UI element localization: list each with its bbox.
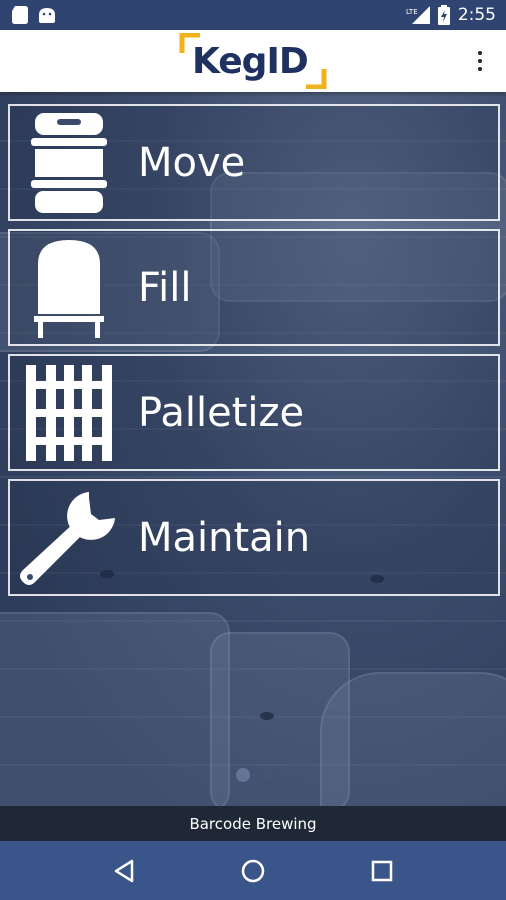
page-dot[interactable] (261, 771, 271, 780)
company-name: Barcode Brewing (189, 814, 317, 833)
keg-icon (10, 106, 128, 219)
background-barrel (320, 672, 506, 806)
page-indicator (0, 768, 506, 782)
recents-icon (371, 860, 392, 881)
menu-move-button[interactable]: Move (8, 104, 500, 221)
footer-company: Barcode Brewing (0, 806, 506, 841)
menu-label: Move (138, 139, 246, 186)
main-content: Move Fill Palletize Maintain (0, 92, 506, 806)
recents-button[interactable] (358, 847, 406, 895)
android-icon (39, 8, 55, 23)
menu-label: Palletize (138, 389, 305, 436)
lte-signal-icon: LTE (406, 6, 430, 24)
menu-label: Maintain (138, 514, 311, 561)
back-icon (115, 859, 134, 882)
wrench-icon (10, 481, 128, 594)
status-bar: LTE 2:55 (0, 0, 506, 30)
pallet-icon (10, 356, 128, 469)
menu-label: Fill (138, 264, 192, 311)
menu-fill-button[interactable]: Fill (8, 229, 500, 346)
battery-icon (437, 5, 450, 25)
menu-palletize-button[interactable]: Palletize (8, 354, 500, 471)
home-button[interactable] (229, 847, 277, 895)
tank-icon (10, 231, 128, 344)
menu-maintain-button[interactable]: Maintain (8, 479, 500, 596)
home-icon (241, 859, 265, 882)
overflow-menu-icon[interactable] (470, 48, 490, 74)
network-label: LTE (406, 8, 418, 16)
kegid-logo: KegID (178, 33, 328, 89)
back-button[interactable] (100, 847, 148, 895)
navigation-bar (0, 841, 506, 900)
sd-card-icon (12, 6, 28, 24)
logo-text: KegID (192, 41, 309, 82)
status-time: 2:55 (457, 5, 496, 25)
page-dot-active[interactable] (235, 768, 250, 782)
app-bar: KegID (0, 30, 506, 92)
